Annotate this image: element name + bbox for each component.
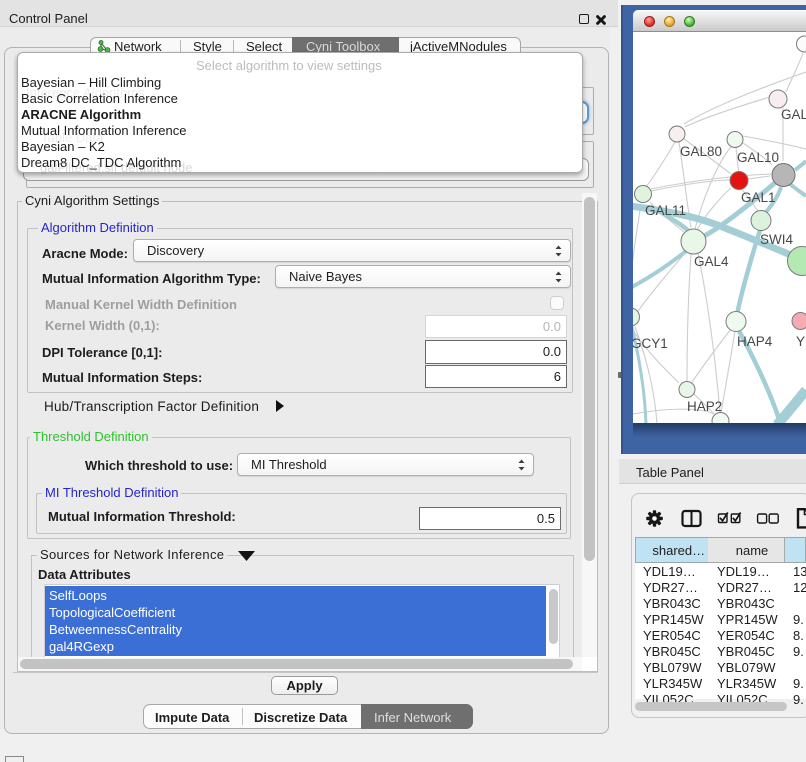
svg-text:SWI4: SWI4 <box>760 232 793 247</box>
svg-text:GAL4: GAL4 <box>694 254 729 269</box>
svg-text:GAL11: GAL11 <box>645 203 686 218</box>
svg-text:GAL10: GAL10 <box>737 150 779 165</box>
svg-text:GAL1: GAL1 <box>741 190 776 205</box>
svg-text:HAP2: HAP2 <box>687 399 722 414</box>
svg-text:GCY1: GCY1 <box>633 336 668 351</box>
svg-text:GAL80: GAL80 <box>680 144 722 159</box>
svg-text:GAL2: GAL2 <box>781 107 806 122</box>
svg-text:HAP4: HAP4 <box>737 334 773 349</box>
svg-text:YL: YL <box>796 334 806 349</box>
